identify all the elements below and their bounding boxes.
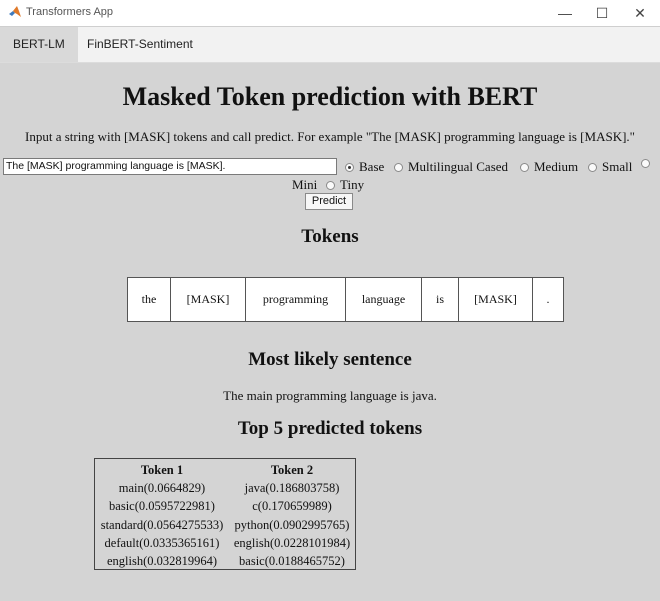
radio-unselected-icon [641,159,650,168]
table-cell: basic(0.0188465752) [239,553,345,568]
token-cell: language [346,278,422,321]
table-cell: c(0.170659989) [252,499,332,514]
minimize-button[interactable]: — [546,0,584,26]
tokens-table: the [MASK] programming language is [MASK… [127,277,564,322]
table-cell: standard(0.0564275533) [100,517,224,532]
radio-label: Multilingual Cased [408,159,509,174]
radio-mini-label[interactable]: Mini [292,177,317,193]
token-cell: is [422,278,459,321]
radio-label: Tiny [340,177,365,192]
table-cell: english(0.0228101984) [233,535,351,550]
predictions-table: Token 1 main(0.0664829) basic(0.05957229… [94,458,356,570]
radio-unselected-icon [326,180,335,190]
radio-unselected-icon [588,162,597,172]
window-title: Transformers App [26,6,114,18]
predict-button[interactable]: Predict [305,193,353,210]
radio-medium[interactable]: Medium [520,159,578,175]
radio-unselected-icon [520,162,529,172]
matlab-logo-icon [9,6,21,17]
radio-multilingual-cased[interactable]: Multilingual Cased [394,159,508,175]
close-button[interactable]: ✕ [621,0,659,26]
input-text-field[interactable]: The [MASK] programming language is [MASK… [3,158,337,175]
most-likely-sentence-text: The main programming language is java. [223,388,437,403]
token-cell: [MASK] [459,278,533,321]
table-cell: default(0.0335365161) [104,535,220,550]
radio-small[interactable]: Small [588,159,632,175]
column-header: Token 2 [270,463,314,477]
radio-tiny[interactable]: Tiny [326,177,364,193]
tokens-heading: Tokens [301,226,359,247]
token-cell: programming [246,278,346,321]
radio-label: Medium [534,159,579,174]
most-likely-sentence-heading: Most likely sentence [248,349,412,370]
radio-label: Mini [292,177,318,192]
radio-label: Small [602,159,633,174]
tab-bert-lm[interactable]: BERT-LM [0,27,78,62]
table-cell: english(0.032819964) [106,553,218,568]
page-title: Masked Token prediction with BERT [122,82,538,111]
table-cell: main(0.0664829) [118,481,206,496]
tab-bar: BERT-LM FinBERT-Sentiment [0,27,660,63]
tab-finbert-sentiment[interactable]: FinBERT-Sentiment [74,27,206,62]
top5-heading: Top 5 predicted tokens [237,418,423,439]
instructions-text: Input a string with [MASK] tokens and ca… [25,129,635,144]
radio-unselected-icon [394,162,403,172]
radio-mini[interactable] [641,159,655,168]
bert-lm-panel: Masked Token prediction with BERT Input … [0,63,660,601]
token-cell: [MASK] [171,278,246,321]
radio-selected-icon [345,162,354,172]
token-cell: the [128,278,171,321]
table-cell: java(0.186803758) [244,481,340,496]
radio-label: Base [359,159,385,174]
column-header: Token 1 [140,463,184,477]
radio-base[interactable]: Base [345,159,384,175]
token-cell: . [546,292,550,306]
token2-column: Token 2 java(0.186803758) c(0.170659989)… [229,461,355,570]
table-cell: python(0.0902995765) [234,517,350,532]
maximize-button[interactable]: ☐ [583,0,621,26]
table-cell: basic(0.0595722981) [109,499,215,514]
token1-column: Token 1 main(0.0664829) basic(0.05957229… [97,461,227,570]
title-bar: Transformers App — ☐ ✕ [0,0,660,27]
